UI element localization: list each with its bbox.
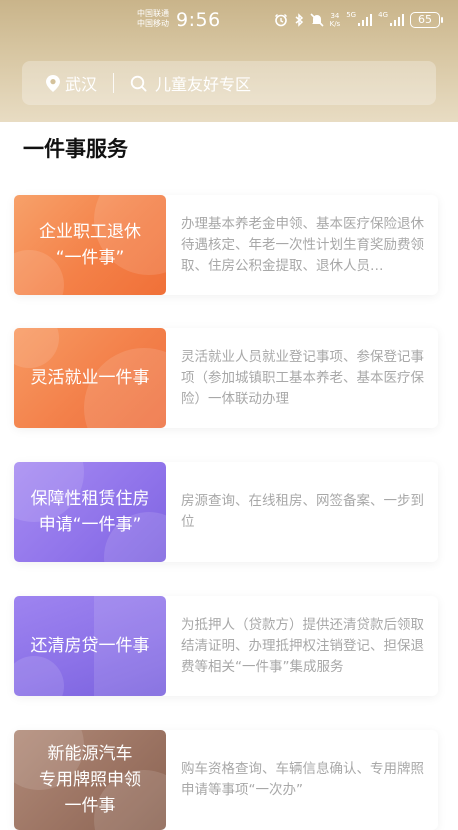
- service-title-line: 一件事: [64, 796, 116, 816]
- location-selector[interactable]: 武汉: [46, 71, 97, 95]
- service-thumb: 还清房贷一件事: [14, 596, 166, 696]
- service-description: 为抵押人（贷款方）提供还清贷款后领取结清证明、办理抵押权注销登记、担保退费等相关…: [181, 596, 426, 696]
- service-description: 房源查询、在线租房、网签备案、一步到位: [181, 462, 426, 562]
- signal-icon: [358, 14, 373, 26]
- net-speed-value: 34: [330, 12, 340, 20]
- search-bar[interactable]: 武汉 儿童友好专区: [22, 61, 436, 105]
- service-description-text: 办理基本养老金申领、基本医疗保险退休待遇核定、年老一次性计划生育奖励费领取、住房…: [181, 215, 424, 274]
- net-type-2: 4G: [378, 11, 388, 19]
- alarm-icon: [274, 13, 288, 27]
- service-title-line: 申请“一件事”: [38, 515, 142, 535]
- service-title-line: 新能源汽车: [47, 744, 133, 764]
- service-thumb: 保障性租赁住房 申请“一件事”: [14, 462, 166, 562]
- service-description-text: 为抵押人（贷款方）提供还清贷款后领取结清证明、办理抵押权注销登记、担保退费等相关…: [181, 616, 424, 675]
- service-description-text: 灵活就业人员就业登记事项、参保登记事项（参加城镇职工基本养老、基本医疗保险）一体…: [181, 348, 424, 407]
- service-title: 新能源汽车 专用牌照申领 一件事: [31, 741, 149, 819]
- service-title: 还清房贷一件事: [23, 633, 158, 659]
- search-icon: [130, 75, 147, 92]
- service-title-line: 专用牌照申领: [39, 770, 141, 790]
- service-card-flexible-employment[interactable]: 灵活就业一件事 灵活就业人员就业登记事项、参保登记事项（参加城镇职工基本养老、基…: [14, 328, 438, 428]
- battery-indicator: 65: [410, 12, 443, 28]
- service-title-line: 灵活就业一件事: [30, 368, 150, 388]
- section-title: 一件事服务: [23, 137, 128, 161]
- mute-icon: [310, 13, 324, 27]
- service-card-rental-housing[interactable]: 保障性租赁住房 申请“一件事” 房源查询、在线租房、网签备案、一步到位: [14, 462, 438, 562]
- service-description: 购车资格查询、车辆信息确认、专用牌照申请等事项“一次办”: [181, 730, 426, 830]
- location-text: 武汉: [65, 75, 98, 94]
- status-icons: 34 K/s 5G 4G 65: [274, 10, 443, 30]
- search-divider: [113, 73, 115, 93]
- service-title-line: 企业职工退休: [39, 222, 141, 242]
- carrier-info: 中国联通 中国移动: [137, 9, 169, 29]
- service-thumb: 新能源汽车 专用牌照申领 一件事: [14, 730, 166, 830]
- service-description-text: 购车资格查询、车辆信息确认、专用牌照申请等事项“一次办”: [181, 761, 424, 798]
- service-title-line: 保障性租赁住房: [30, 489, 150, 509]
- service-title-line: 还清房贷一件事: [30, 636, 150, 656]
- signal-icon-2: [390, 14, 404, 26]
- service-thumb: 企业职工退休 “一件事”: [14, 195, 166, 295]
- net-speed: 34 K/s: [330, 12, 341, 28]
- status-time: 9:56: [176, 9, 221, 31]
- location-pin-icon: [46, 74, 60, 92]
- bluetooth-icon: [294, 13, 304, 27]
- service-description: 办理基本养老金申领、基本医疗保险退休待遇核定、年老一次性计划生育奖励费领取、住房…: [181, 195, 426, 295]
- carrier-2: 中国移动: [137, 19, 169, 28]
- service-description-text: 房源查询、在线租房、网签备案、一步到位: [181, 493, 424, 530]
- search-input[interactable]: 儿童友好专区: [155, 71, 251, 95]
- net-speed-unit: K/s: [329, 20, 341, 28]
- carrier-1: 中国联通: [137, 9, 169, 18]
- service-card-retirement[interactable]: 企业职工退休 “一件事” 办理基本养老金申领、基本医疗保险退休待遇核定、年老一次…: [14, 195, 438, 295]
- service-card-ev-license-plate[interactable]: 新能源汽车 专用牌照申领 一件事 购车资格查询、车辆信息确认、专用牌照申请等事项…: [14, 730, 438, 830]
- service-title-line: “一件事”: [55, 248, 125, 268]
- service-description: 灵活就业人员就业登记事项、参保登记事项（参加城镇职工基本养老、基本医疗保险）一体…: [181, 328, 426, 428]
- net-type-1: 5G: [346, 11, 357, 19]
- service-title: 企业职工退休 “一件事”: [31, 219, 149, 271]
- status-bar: 中国联通 中国移动 9:56 34 K/s 5G 4G 65: [0, 0, 458, 42]
- service-card-mortgage-payoff[interactable]: 还清房贷一件事 为抵押人（贷款方）提供还清贷款后领取结清证明、办理抵押权注销登记…: [14, 596, 438, 696]
- service-title: 保障性租赁住房 申请“一件事”: [23, 486, 158, 538]
- service-thumb: 灵活就业一件事: [14, 328, 166, 428]
- service-title: 灵活就业一件事: [23, 365, 158, 391]
- header-banner: 中国联通 中国移动 9:56 34 K/s 5G 4G 65 武汉 儿童友好专区: [0, 0, 458, 122]
